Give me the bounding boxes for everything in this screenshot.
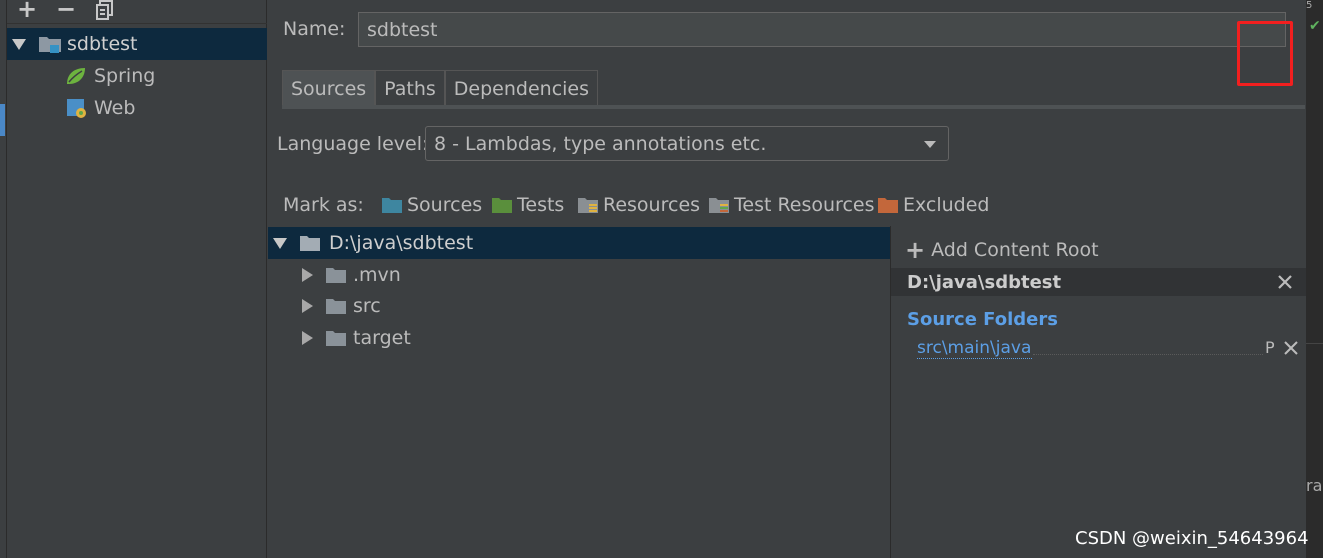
strip-top-text: 5 bbox=[1306, 0, 1313, 11]
add-content-root-button[interactable]: + Add Content Root bbox=[905, 238, 1099, 262]
module-settings-panel: Name: Sources Paths Dependencies Languag… bbox=[268, 0, 1307, 558]
resources-folder-icon bbox=[578, 198, 598, 213]
module-label: sdbtest bbox=[67, 33, 138, 55]
remove-module-button[interactable]: − bbox=[53, 0, 79, 23]
tree-row-target[interactable]: target bbox=[268, 322, 890, 354]
tab-sources[interactable]: Sources bbox=[282, 70, 376, 106]
collapse-arrow-icon[interactable] bbox=[273, 237, 287, 249]
expand-arrow-icon[interactable] bbox=[302, 268, 313, 282]
remove-source-folder-close-icon[interactable] bbox=[1283, 340, 1299, 356]
content-tree: D:\java\sdbtest .mvn src target bbox=[268, 226, 890, 558]
folder-icon bbox=[300, 236, 320, 251]
sources-folder-icon bbox=[382, 198, 402, 213]
plus-icon: + bbox=[905, 236, 926, 264]
strip-divider bbox=[1306, 343, 1323, 344]
language-level-value: 8 - Lambdas, type annotations etc. bbox=[434, 132, 767, 155]
module-name-input[interactable] bbox=[358, 12, 1286, 47]
add-module-button[interactable]: + bbox=[14, 0, 40, 23]
spring-leaf-icon bbox=[67, 68, 85, 84]
folder-icon bbox=[326, 299, 346, 314]
expand-arrow-icon[interactable] bbox=[12, 38, 26, 50]
tab-dependencies[interactable]: Dependencies bbox=[444, 70, 599, 106]
facet-label: Spring bbox=[94, 65, 156, 87]
facet-label: Web bbox=[94, 97, 136, 119]
content-roots-panel: + Add Content Root D:\java\sdbtest Sourc… bbox=[890, 226, 1307, 558]
language-level-select[interactable]: 8 - Lambdas, type annotations etc. bbox=[425, 126, 949, 161]
right-editor-strip: 5 ✔ rag bbox=[1306, 0, 1323, 558]
source-folders-title: Source Folders bbox=[907, 309, 1058, 330]
content-root-header: D:\java\sdbtest bbox=[891, 268, 1307, 296]
dotted-leader bbox=[1033, 354, 1263, 355]
web-module-icon bbox=[67, 99, 86, 118]
mark-sources-button[interactable]: Sources bbox=[381, 194, 482, 216]
module-tree-panel: + − sdbtest Spring Web bbox=[7, 0, 267, 558]
watermark: CSDN @weixin_54643964 bbox=[1075, 528, 1309, 549]
mark-as-label: Mark as: bbox=[283, 194, 364, 216]
copy-icon bbox=[96, 0, 113, 20]
selection-accent bbox=[0, 104, 5, 136]
expand-arrow-icon[interactable] bbox=[302, 331, 313, 345]
folder-icon bbox=[326, 268, 346, 283]
strip-text: rag bbox=[1306, 476, 1323, 495]
module-folder-icon bbox=[39, 37, 61, 53]
module-toolbar: + − bbox=[7, 0, 267, 24]
mark-test-resources-button[interactable]: Test Resources bbox=[708, 194, 875, 216]
test-resources-folder-icon bbox=[709, 198, 729, 213]
name-label: Name: bbox=[283, 18, 346, 40]
module-item-spring[interactable]: Spring bbox=[7, 60, 267, 92]
source-folder-link[interactable]: src\main\java bbox=[917, 338, 1032, 359]
dropdown-caret-icon bbox=[924, 141, 936, 148]
package-prefix-button[interactable]: P bbox=[1265, 338, 1275, 357]
module-item-web[interactable]: Web bbox=[7, 92, 267, 124]
copy-module-button[interactable] bbox=[95, 0, 113, 20]
mark-tests-button[interactable]: Tests bbox=[491, 194, 564, 216]
tree-row-src[interactable]: src bbox=[268, 290, 890, 322]
module-item-sdbtest[interactable]: sdbtest bbox=[7, 28, 267, 60]
mark-resources-button[interactable]: Resources bbox=[577, 194, 700, 216]
tree-row-root[interactable]: D:\java\sdbtest bbox=[268, 227, 890, 259]
tests-folder-icon bbox=[492, 198, 512, 213]
remove-content-root-close-icon[interactable] bbox=[1275, 272, 1295, 292]
left-tool-strip bbox=[0, 0, 7, 558]
annotation-highlight-box bbox=[1237, 21, 1293, 86]
folder-icon bbox=[326, 331, 346, 346]
mark-excluded-button[interactable]: Excluded bbox=[877, 194, 990, 216]
settings-tabs: Sources Paths Dependencies bbox=[282, 70, 599, 106]
excluded-folder-icon bbox=[878, 198, 898, 213]
tab-paths[interactable]: Paths bbox=[375, 70, 445, 106]
expand-arrow-icon[interactable] bbox=[302, 299, 313, 313]
tree-row-mvn[interactable]: .mvn bbox=[268, 259, 890, 291]
check-icon: ✔ bbox=[1309, 18, 1321, 34]
language-level-label: Language level: bbox=[277, 133, 429, 155]
tab-underline bbox=[282, 105, 1305, 109]
